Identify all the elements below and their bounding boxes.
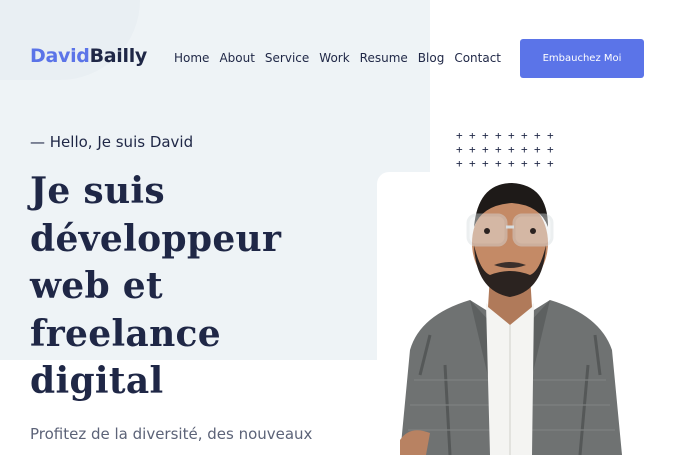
nav-blog[interactable]: Blog [418,51,445,65]
plus-mark: + [469,129,476,142]
headline-line: digital [30,360,164,402]
plus-mark: + [521,129,528,142]
plus-mark: + [456,143,463,156]
plus-mark: + [495,129,502,142]
plus-mark: + [495,143,502,156]
nav-resume[interactable]: Resume [360,51,408,65]
plus-mark: + [482,129,489,142]
nav-work[interactable]: Work [319,51,349,65]
hire-me-button[interactable]: Embauchez Moi [520,39,644,78]
plus-mark: + [521,157,528,170]
plus-mark: + [508,143,515,156]
plus-mark: + [508,157,515,170]
site-header: DavidBailly Home About Service Work Resu… [0,0,675,110]
hero-greeting: — Hello, Je suis David [30,133,194,151]
headline-line: Je suis [30,170,165,212]
plus-mark: + [534,129,541,142]
plus-mark: + [547,143,554,156]
hero-headline: Je suis développeur web et freelance dig… [30,168,360,406]
plus-mark: + [469,157,476,170]
logo-first-name: David [30,45,90,67]
portrait-photo [400,183,622,455]
plus-mark: + [469,143,476,156]
plus-mark: + [508,129,515,142]
plus-mark: + [534,157,541,170]
headline-line: développeur [30,217,282,260]
plus-mark: + [521,143,528,156]
main-nav: Home About Service Work Resume Blog Cont… [174,51,511,65]
plus-pattern-icon: + + + + + + + + + + + + + + + + + + + + + + + + [456,130,560,170]
nav-home[interactable]: Home [174,51,209,65]
nav-contact[interactable]: Contact [454,51,501,65]
plus-mark: + [495,157,502,170]
site-logo[interactable]: DavidBailly [30,45,147,67]
plus-mark: + [547,157,554,170]
plus-mark: + [534,143,541,156]
hero-intro-text: Profitez de la diversité, des nouveaux [30,425,313,443]
headline-line: freelance [30,312,221,355]
plus-mark: + [482,157,489,170]
plus-mark: + [456,129,463,142]
plus-mark: + [482,143,489,156]
plus-mark: + [456,157,463,170]
plus-mark: + [547,129,554,142]
headline-line: web et [30,265,163,307]
logo-last-name: Bailly [89,45,148,67]
nav-about[interactable]: About [219,51,254,65]
nav-service[interactable]: Service [265,51,309,65]
